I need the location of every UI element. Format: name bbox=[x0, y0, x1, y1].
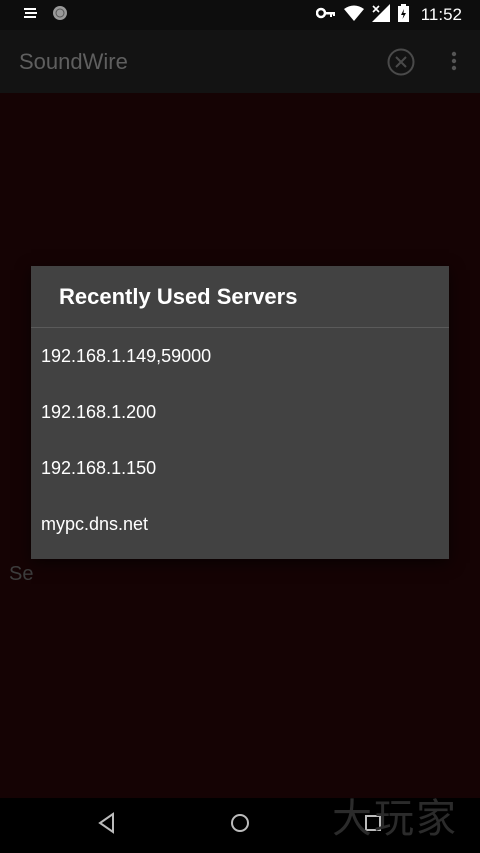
clock: 11:52 bbox=[420, 5, 462, 24]
server-item[interactable]: mypc.dns.net bbox=[31, 496, 449, 552]
recent-servers-dialog: Recently Used Servers 192.168.1.149,5900… bbox=[31, 266, 449, 559]
close-circle-icon[interactable] bbox=[386, 47, 416, 82]
battery-icon bbox=[397, 3, 409, 27]
back-icon[interactable] bbox=[96, 811, 118, 840]
home-icon[interactable] bbox=[229, 811, 251, 840]
watermark: 大玩家 bbox=[332, 796, 458, 842]
dialog-title: Recently Used Servers bbox=[31, 266, 449, 328]
signal-icon bbox=[371, 3, 390, 27]
app-title: SoundWire bbox=[19, 48, 128, 74]
server-item[interactable]: 192.168.1.149,59000 bbox=[31, 328, 449, 384]
vpn-key-icon bbox=[315, 6, 336, 24]
notification-icon bbox=[24, 6, 38, 24]
circle-icon bbox=[52, 5, 68, 26]
wifi-icon bbox=[343, 5, 364, 26]
server-item[interactable]: 192.168.1.150 bbox=[31, 440, 449, 496]
overflow-menu-icon[interactable] bbox=[446, 51, 462, 78]
background-label: Se bbox=[9, 563, 34, 585]
status-bar: 11:52 bbox=[0, 0, 480, 30]
server-item[interactable]: 192.168.1.200 bbox=[31, 384, 449, 440]
